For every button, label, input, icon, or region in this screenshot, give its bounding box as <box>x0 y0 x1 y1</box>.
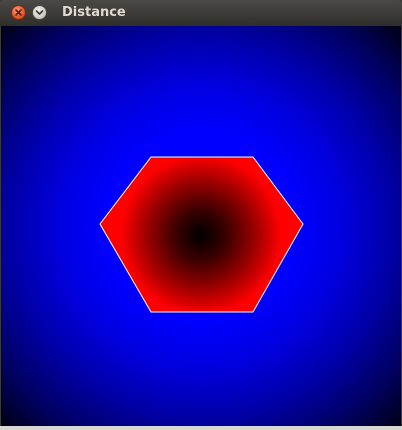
app-window: Distance <box>0 0 402 430</box>
close-icon <box>15 9 22 16</box>
chevron-down-icon <box>35 10 44 15</box>
window-bottom-border <box>0 426 402 430</box>
close-button[interactable] <box>11 5 26 20</box>
window-menu-button[interactable] <box>32 5 47 20</box>
title-bar[interactable]: Distance <box>0 0 402 26</box>
window-title: Distance <box>62 5 126 20</box>
hexagon-drawing <box>99 156 304 313</box>
hexagon-shape <box>99 156 304 313</box>
drawing-canvas[interactable] <box>1 26 401 426</box>
